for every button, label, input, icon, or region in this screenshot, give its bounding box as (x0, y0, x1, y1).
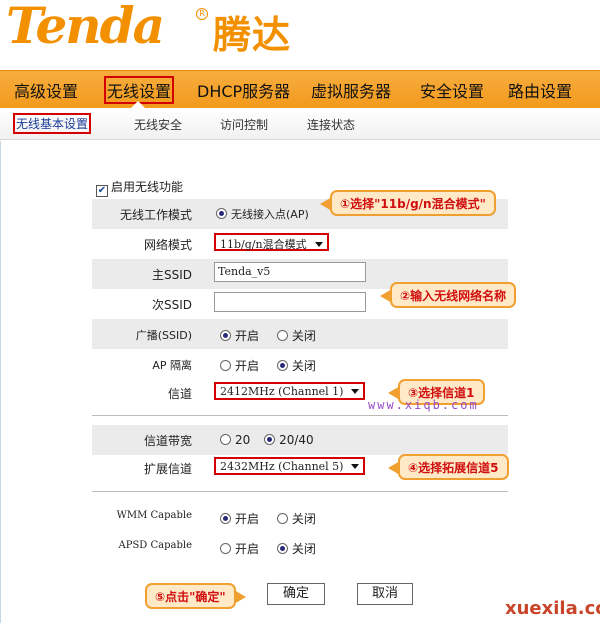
broadcast-off-radio[interactable] (276, 330, 288, 341)
ap-isolation-off-radio[interactable] (276, 360, 288, 371)
callout-network-mode: ①选择"11b/g/n混合模式" (320, 190, 496, 216)
apsd-off-radio[interactable] (276, 543, 288, 554)
watermark-xiqb: www.xiqb.com (368, 398, 479, 412)
bandwidth-40-radio[interactable] (264, 434, 276, 445)
broadcast-row: 广播(SSID) 开启 关闭 (92, 319, 508, 349)
channel-select[interactable]: 2412MHz (Channel 1) (214, 382, 366, 400)
subnav-access-control[interactable]: 访问控制 (220, 116, 268, 133)
work-mode-value: 无线接入点(AP) (216, 206, 309, 222)
network-mode-wrap: 11b/g/n混合模式 (214, 233, 329, 251)
chevron-down-icon (351, 464, 360, 469)
secondary-ssid-wrap (214, 292, 366, 315)
network-mode-row: 网络模式 11b/g/n混合模式 (92, 229, 508, 259)
broadcast-label: 广播(SSID) (135, 329, 192, 342)
callout-ok: ⑤点击"确定" (145, 583, 246, 609)
enable-wireless-row: ✔ 启用无线功能 (96, 178, 183, 197)
wmm-off-radio[interactable] (276, 513, 288, 524)
apsd-on-radio[interactable] (220, 543, 231, 554)
chevron-down-icon (314, 242, 323, 247)
ap-isolation-options: 开启 关闭 (220, 357, 330, 374)
apsd-on-label: 开启 (235, 542, 260, 556)
callout-ssid: ②输入无线网络名称 (379, 282, 517, 308)
ext-channel-select[interactable]: 2432MHz (Channel 5) (214, 457, 366, 475)
section-divider (92, 491, 508, 492)
ok-button[interactable]: 确定 (267, 583, 325, 605)
logo-header: Tenda R 腾达 (0, 0, 600, 70)
nav-routing[interactable]: 路由设置 (508, 78, 572, 102)
ap-isolation-row: AP 隔离 开启 关闭 (92, 349, 508, 379)
subnav-connection-status[interactable]: 连接状态 (307, 116, 355, 133)
bandwidth-row: 信道带宽 20 20/40 (92, 425, 508, 455)
wmm-row: WMM Capable 开启 关闭 (92, 502, 508, 532)
network-mode-select[interactable]: 11b/g/n混合模式 (214, 233, 329, 251)
work-mode-radio[interactable] (216, 208, 227, 219)
secondary-ssid-label: 次SSID (151, 298, 192, 312)
channel-value: 2412MHz (Channel 1) (220, 385, 344, 398)
broadcast-options: 开启 关闭 (220, 327, 330, 344)
cancel-button[interactable]: 取消 (357, 583, 413, 605)
secondary-ssid-input[interactable] (214, 292, 366, 312)
nav-security[interactable]: 安全设置 (420, 78, 484, 102)
wmm-on-radio[interactable] (220, 513, 231, 524)
ext-channel-value: 2432MHz (Channel 5) (220, 460, 344, 473)
subnav-basic[interactable]: 无线基本设置 (13, 113, 92, 134)
ext-channel-wrap: 2432MHz (Channel 5) (214, 457, 366, 475)
apsd-options: 开启 关闭 (220, 540, 330, 557)
network-mode-label: 网络模式 (143, 238, 192, 252)
wmm-off-label: 关闭 (291, 512, 316, 526)
sub-nav: 无线基本设置 无线安全 访问控制 连接状态 (0, 108, 600, 140)
nav-dhcp[interactable]: DHCP服务器 (197, 78, 290, 102)
subnav-security[interactable]: 无线安全 (134, 116, 182, 133)
primary-ssid-wrap: Tenda_v5 (214, 262, 366, 282)
nav-advanced[interactable]: 高级设置 (14, 78, 78, 102)
nav-virtual-server[interactable]: 虚拟服务器 (311, 78, 391, 102)
broadcast-off-label: 关闭 (291, 329, 316, 343)
apsd-off-label: 关闭 (291, 542, 316, 556)
active-tab-pointer (131, 101, 145, 108)
bandwidth-20-radio[interactable] (220, 434, 231, 445)
broadcast-on-label: 开启 (235, 329, 260, 343)
apsd-label: APSD Capable (118, 540, 193, 551)
callout-ext-channel: ④选择拓展信道5 (388, 454, 509, 480)
ap-isolation-on-label: 开启 (235, 359, 260, 373)
primary-ssid-label: 主SSID (151, 268, 192, 282)
ap-isolation-label: AP 隔离 (152, 359, 192, 372)
chevron-down-icon (351, 389, 360, 394)
nav-wireless[interactable]: 无线设置 (104, 76, 175, 104)
work-mode-text: 无线接入点(AP) (231, 208, 309, 221)
primary-ssid-input[interactable]: Tenda_v5 (214, 262, 366, 282)
tenda-logo-cn: 腾达 (213, 13, 292, 57)
ext-channel-label: 扩展信道 (143, 462, 192, 476)
enable-wireless-label: 启用无线功能 (111, 180, 184, 194)
registered-icon: R (196, 8, 208, 20)
bandwidth-label: 信道带宽 (143, 434, 192, 448)
broadcast-on-radio[interactable] (220, 330, 231, 341)
ap-isolation-off-label: 关闭 (291, 359, 316, 373)
network-mode-value: 11b/g/n混合模式 (220, 238, 307, 251)
channel-wrap: 2412MHz (Channel 1) (214, 382, 366, 400)
wmm-options: 开启 关闭 (220, 510, 330, 527)
channel-label: 信道 (167, 387, 192, 401)
work-mode-label: 无线工作模式 (119, 208, 192, 222)
bandwidth-20-label: 20 (235, 433, 251, 447)
watermark-xuexila: xuexila.com (505, 598, 600, 619)
wmm-label: WMM Capable (116, 510, 192, 521)
bandwidth-40-label: 20/40 (279, 433, 314, 447)
section-divider (92, 415, 508, 416)
tenda-logo: Tenda (6, 0, 165, 55)
apsd-row: APSD Capable 开启 关闭 (92, 532, 508, 562)
ap-isolation-on-radio[interactable] (220, 360, 231, 371)
bandwidth-options: 20 20/40 (220, 433, 328, 447)
enable-wireless-checkbox[interactable]: ✔ (96, 185, 108, 197)
main-nav: 高级设置 无线设置 DHCP服务器 虚拟服务器 安全设置 路由设置 (0, 70, 600, 108)
wmm-on-label: 开启 (235, 512, 260, 526)
